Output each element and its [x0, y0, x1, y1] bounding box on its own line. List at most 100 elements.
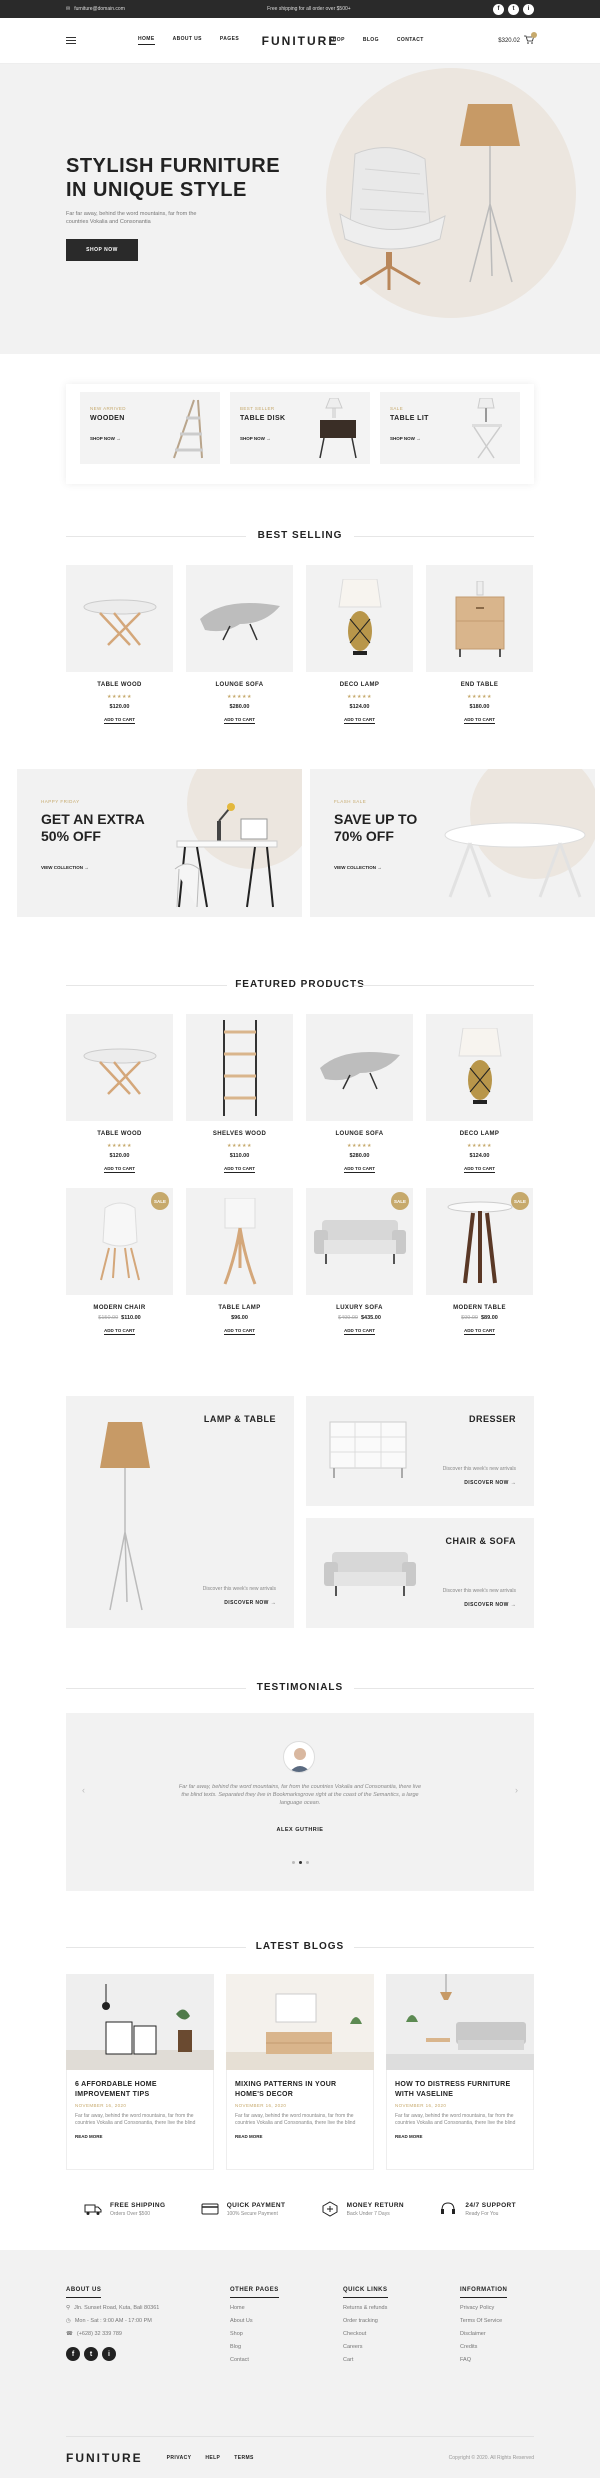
cart-button[interactable]: $320.02: [498, 32, 537, 46]
add-to-cart-button[interactable]: ADD TO CART: [344, 717, 375, 724]
footer-link[interactable]: Careers: [343, 2344, 388, 2350]
category-card-table-disk[interactable]: BEST SELLER TABLE DISK SHOP NOW →: [230, 392, 370, 464]
help-link[interactable]: HELP: [205, 2455, 220, 2461]
blog-title[interactable]: MIXING PATTERNS IN YOUR HOME'S DECOR: [235, 2080, 365, 2100]
discover-now-link[interactable]: DISCOVER NOW →: [224, 1600, 276, 1606]
add-to-cart-button[interactable]: ADD TO CART: [224, 1166, 255, 1173]
product-name[interactable]: MODERN CHAIR: [66, 1305, 173, 1311]
product-image[interactable]: SALE: [426, 1188, 533, 1295]
nav-about[interactable]: ABOUT US: [173, 36, 202, 45]
blog-title[interactable]: 6 AFFORDABLE HOME IMPROVEMENT TIPS: [75, 2080, 205, 2100]
collection-chair-sofa[interactable]: CHAIR & SOFA Discover this week's new ar…: [306, 1518, 534, 1628]
blog-title[interactable]: HOW TO DISTRESS FURNITURE WITH VASELINE: [395, 2080, 525, 2100]
facebook-icon[interactable]: f: [66, 2347, 80, 2361]
footer-link[interactable]: About Us: [230, 2318, 279, 2324]
collection-dresser[interactable]: DRESSER Discover this week's new arrival…: [306, 1396, 534, 1506]
product-name[interactable]: LUXURY SOFA: [306, 1305, 413, 1311]
topbar-email[interactable]: ✉ furniture@domain.com: [66, 6, 125, 12]
promo-banner-save-70[interactable]: FLASH SALE SAVE UP TO 70% OFF VIEW COLLEC…: [310, 769, 595, 917]
footer-link[interactable]: Disclaimer: [460, 2331, 507, 2337]
privacy-link[interactable]: PRIVACY: [167, 2455, 192, 2461]
facebook-icon[interactable]: f: [492, 3, 504, 15]
product-card[interactable]: DECO LAMP ★★★★★ $124.00 ADD TO CART: [426, 1014, 533, 1173]
add-to-cart-button[interactable]: ADD TO CART: [464, 1328, 495, 1335]
twitter-icon[interactable]: t: [507, 3, 519, 15]
add-to-cart-button[interactable]: ADD TO CART: [104, 717, 135, 724]
product-card[interactable]: SALE MODERN TABLE $99.00 $89.00 ADD TO CA…: [426, 1188, 533, 1335]
twitter-icon[interactable]: t: [84, 2347, 98, 2361]
blog-image[interactable]: [226, 1974, 374, 2070]
instagram-icon[interactable]: i: [102, 2347, 116, 2361]
add-to-cart-button[interactable]: ADD TO CART: [464, 717, 495, 724]
product-name[interactable]: DECO LAMP: [306, 682, 413, 688]
product-image[interactable]: [186, 1188, 293, 1295]
footer-link[interactable]: Checkout: [343, 2331, 388, 2337]
product-card[interactable]: SALE LUXURY SOFA $499.00 $435.00 ADD TO C…: [306, 1188, 413, 1335]
product-name[interactable]: LOUNGE SOFA: [186, 682, 293, 688]
blog-card[interactable]: 6 AFFORDABLE HOME IMPROVEMENT TIPS NOVEM…: [66, 1974, 214, 2170]
footer-link[interactable]: Terms Of Service: [460, 2318, 507, 2324]
footer-link[interactable]: Credits: [460, 2344, 507, 2350]
footer-link[interactable]: Cart: [343, 2357, 388, 2363]
footer-phone[interactable]: ☎ (+628) 32 339 789: [66, 2331, 159, 2337]
read-more-link[interactable]: READ MORE: [235, 2134, 365, 2139]
product-image[interactable]: [426, 565, 533, 672]
footer-link[interactable]: Shop: [230, 2331, 279, 2337]
blog-image[interactable]: [386, 1974, 534, 2070]
product-image[interactable]: SALE: [66, 1188, 173, 1295]
nav-pages[interactable]: PAGES: [220, 36, 239, 45]
nav-contact[interactable]: CONTACT: [397, 37, 424, 45]
add-to-cart-button[interactable]: ADD TO CART: [344, 1328, 375, 1335]
product-image[interactable]: [186, 1014, 293, 1121]
next-arrow-icon[interactable]: ›: [515, 1785, 518, 1795]
product-card[interactable]: SALE MODERN CHAIR $150.00 $110.00 ADD TO …: [66, 1188, 173, 1335]
product-image[interactable]: [306, 565, 413, 672]
blog-image[interactable]: [66, 1974, 214, 2070]
prev-arrow-icon[interactable]: ‹: [82, 1785, 85, 1795]
promo-banner-extra-50[interactable]: HAPPY FRIDAY GET AN EXTRA 50% OFF VIEW CO…: [17, 769, 302, 917]
product-name[interactable]: TABLE WOOD: [66, 682, 173, 688]
product-name[interactable]: DECO LAMP: [426, 1131, 533, 1137]
footer-link[interactable]: Order tracking: [343, 2318, 388, 2324]
product-name[interactable]: END TABLE: [426, 682, 533, 688]
product-image[interactable]: [186, 565, 293, 672]
footer-link[interactable]: Blog: [230, 2344, 279, 2350]
product-name[interactable]: TABLE WOOD: [66, 1131, 173, 1137]
add-to-cart-button[interactable]: ADD TO CART: [224, 717, 255, 724]
product-image[interactable]: SALE: [306, 1188, 413, 1295]
product-card[interactable]: TABLE WOOD ★★★★★ $120.00 ADD TO CART: [66, 1014, 173, 1173]
product-name[interactable]: LOUNGE SOFA: [306, 1131, 413, 1137]
footer-link[interactable]: Home: [230, 2305, 279, 2311]
nav-blog[interactable]: BLOG: [363, 37, 379, 45]
terms-link[interactable]: TERMS: [234, 2455, 254, 2461]
product-card[interactable]: END TABLE ★★★★★ $180.00 ADD TO CART: [426, 565, 533, 724]
slider-dots[interactable]: [66, 1861, 534, 1864]
footer-link[interactable]: Returns & refunds: [343, 2305, 388, 2311]
product-name[interactable]: TABLE LAMP: [186, 1305, 293, 1311]
product-card[interactable]: TABLE WOOD ★★★★★ $120.00 ADD TO CART: [66, 565, 173, 724]
read-more-link[interactable]: READ MORE: [75, 2134, 205, 2139]
discover-now-link[interactable]: DISCOVER NOW →: [464, 1480, 516, 1486]
product-image[interactable]: [306, 1014, 413, 1121]
shop-now-link[interactable]: SHOP NOW →: [240, 436, 271, 441]
product-card[interactable]: LOUNGE SOFA ★★★★★ $280.00 ADD TO CART: [186, 565, 293, 724]
instagram-icon[interactable]: i: [522, 3, 534, 15]
blog-card[interactable]: HOW TO DISTRESS FURNITURE WITH VASELINE …: [386, 1974, 534, 2170]
product-name[interactable]: SHELVES WOOD: [186, 1131, 293, 1137]
read-more-link[interactable]: READ MORE: [395, 2134, 525, 2139]
product-image[interactable]: [66, 565, 173, 672]
nav-home[interactable]: HOME: [138, 36, 155, 45]
footer-logo[interactable]: FUNITURE: [66, 2451, 143, 2465]
product-name[interactable]: MODERN TABLE: [426, 1305, 533, 1311]
blog-card[interactable]: MIXING PATTERNS IN YOUR HOME'S DECOR NOV…: [226, 1974, 374, 2170]
footer-link[interactable]: FAQ: [460, 2357, 507, 2363]
product-image[interactable]: [66, 1014, 173, 1121]
product-image[interactable]: [426, 1014, 533, 1121]
add-to-cart-button[interactable]: ADD TO CART: [224, 1328, 255, 1335]
footer-link[interactable]: Privacy Policy: [460, 2305, 507, 2311]
menu-icon[interactable]: [66, 37, 76, 44]
add-to-cart-button[interactable]: ADD TO CART: [104, 1328, 135, 1335]
category-card-table-lit[interactable]: SALE TABLE LIT SHOP NOW →: [380, 392, 520, 464]
shop-now-link[interactable]: SHOP NOW →: [390, 436, 421, 441]
add-to-cart-button[interactable]: ADD TO CART: [104, 1166, 135, 1173]
